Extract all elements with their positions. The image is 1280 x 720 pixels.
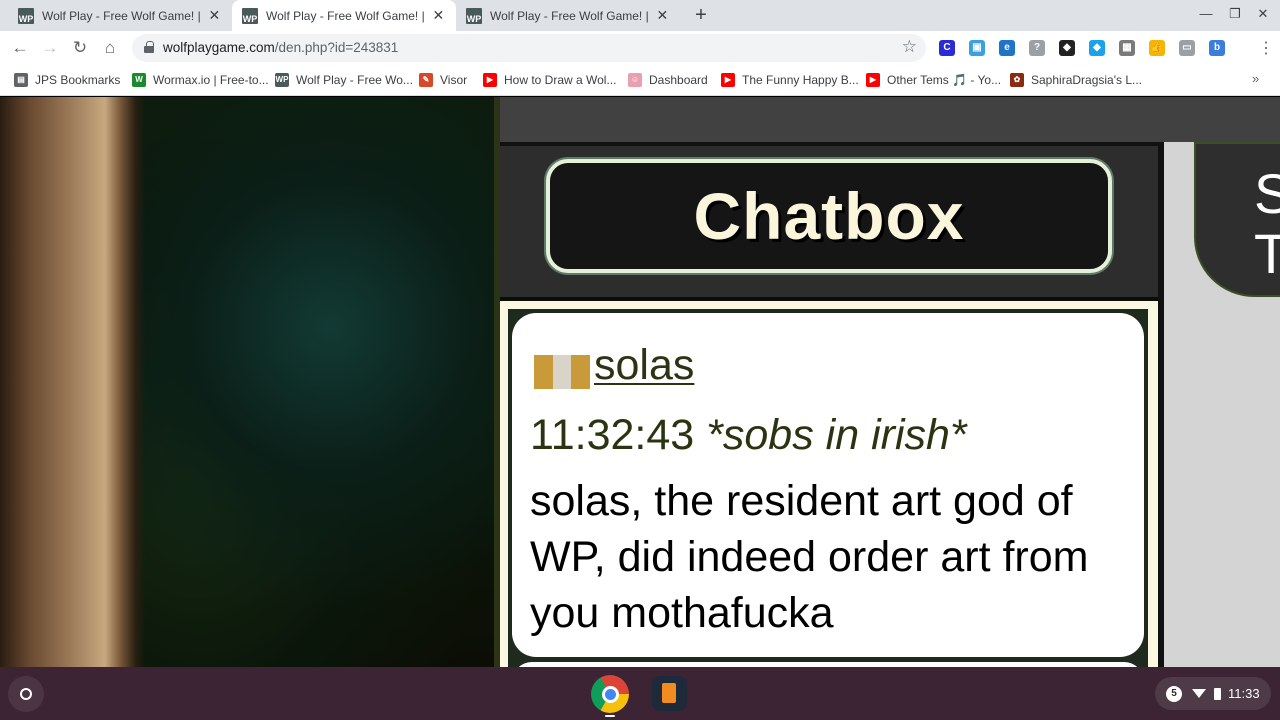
tab-wolfplay-1[interactable]: WP Wolf Play - Free Wolf Game! | Wolf ✕ xyxy=(8,0,232,31)
chatbox-title-button[interactable]: Chatbox xyxy=(546,159,1112,273)
bookmark-star-icon[interactable]: ☆ xyxy=(902,37,917,57)
tab-title: Wolf Play - Free Wolf Game! | Wolf xyxy=(490,8,649,23)
chat-area: solas 11:32:43 *sobs in irish* solas, th… xyxy=(500,301,1158,667)
battery-icon xyxy=(1214,687,1221,700)
bookmark-item[interactable]: WP Wolf Play - Free Wo... xyxy=(275,71,413,89)
screen-extension-icon[interactable]: ▣ xyxy=(969,40,985,56)
clock: 11:33 xyxy=(1228,686,1260,701)
thumb-extension-icon[interactable]: 👍 xyxy=(1149,40,1165,56)
message-timestamp: 11:32:43 xyxy=(530,411,695,459)
edge-extension-icon[interactable]: e xyxy=(999,40,1015,56)
wolfplay-icon: WP xyxy=(275,73,289,87)
bookmark-label: Other Tems 🎵 - Yo... xyxy=(887,73,1002,87)
close-icon[interactable]: ✕ xyxy=(207,7,222,24)
message-body: solas, the resident art god of WP, did i… xyxy=(530,477,1089,637)
book-app-icon[interactable] xyxy=(652,676,687,711)
more-bookmarks-icon[interactable]: » xyxy=(1252,71,1259,86)
tab-strip: WP Wolf Play - Free Wolf Game! | Wolf ✕ … xyxy=(0,0,1280,31)
bookmark-label: Dashboard xyxy=(649,73,708,87)
chat-message: solas 11:32:43 *sobs in irish* solas, th… xyxy=(512,313,1144,657)
status-tray[interactable]: 5 11:33 xyxy=(1155,677,1271,710)
bookmark-label: Wormax.io | Free-to... xyxy=(153,73,269,87)
swatch-block xyxy=(571,355,591,389)
bookmark-item[interactable]: W Wormax.io | Free-to... xyxy=(132,71,269,89)
c-extension-icon[interactable]: C xyxy=(939,40,955,56)
youtube-icon: ▶ xyxy=(866,73,880,87)
page-content: Chatbox S T solas 11:32:43 *sobs in iris… xyxy=(0,97,1280,667)
bookmark-item[interactable]: ▶ Other Tems 🎵 - Yo... xyxy=(866,71,1001,89)
minimize-icon[interactable]: — xyxy=(1196,6,1216,21)
username-link[interactable]: solas xyxy=(594,341,694,390)
back-icon[interactable]: ← xyxy=(8,36,32,60)
wifi-icon xyxy=(1192,689,1206,698)
ninja-extension-icon[interactable]: ◆ xyxy=(1059,40,1075,56)
bookmark-item[interactable]: ▶ The Funny Happy B... xyxy=(721,71,859,89)
header-strip xyxy=(500,97,1280,142)
tab-title: Wolf Play - Free Wolf Game! | Wolf xyxy=(42,8,201,23)
message-action: *sobs in irish* xyxy=(706,411,967,459)
bookmark-item[interactable]: ▤ JPS Bookmarks xyxy=(14,71,120,89)
tab-title: Wolf Play - Free Wolf Game! | Wolf xyxy=(266,8,425,23)
swatch-block xyxy=(534,355,553,389)
restore-icon[interactable]: ❐ xyxy=(1225,6,1245,22)
bookmark-item[interactable]: ✎ Visor xyxy=(419,71,467,89)
right-card-text: S T xyxy=(1254,164,1280,284)
bookmark-item[interactable]: ▶ How to Draw a Wol... xyxy=(483,71,616,89)
wolfplay-favicon-icon: WP xyxy=(466,7,482,24)
user-color-swatch xyxy=(534,355,591,389)
dashboard-icon: ☺ xyxy=(628,73,642,87)
running-indicator xyxy=(605,715,615,717)
home-icon[interactable]: ⌂ xyxy=(98,36,122,60)
wormax-icon: W xyxy=(132,73,146,87)
background-image xyxy=(0,97,494,667)
right-card: S T xyxy=(1194,142,1280,297)
right-panel: S T xyxy=(1164,142,1280,667)
youtube-icon: ▶ xyxy=(483,73,497,87)
grid-extension-icon[interactable]: ▦ xyxy=(1119,40,1135,56)
cast-extension-icon[interactable]: ▭ xyxy=(1179,40,1195,56)
b-extension-icon[interactable]: b xyxy=(1209,40,1225,56)
visor-icon: ✎ xyxy=(419,73,433,87)
help-extension-icon[interactable]: ? xyxy=(1029,40,1045,56)
address-bar[interactable]: wolfplaygame.com/den.php?id=243831 ☆ xyxy=(132,34,926,62)
bookmark-item[interactable]: ☺ Dashboard xyxy=(628,71,708,89)
new-tab-button[interactable]: + xyxy=(690,4,712,26)
bookmark-label: JPS Bookmarks xyxy=(35,73,121,87)
forward-icon[interactable]: → xyxy=(38,36,62,60)
menu-kebab-icon[interactable]: ⋮ xyxy=(1258,38,1274,58)
chat-list: solas 11:32:43 *sobs in irish* solas, th… xyxy=(508,309,1148,667)
message-meta: 11:32:43 *sobs in irish* xyxy=(530,411,967,460)
browser-toolbar: ← → ↻ ⌂ wolfplaygame.com/den.php?id=2438… xyxy=(0,31,1280,65)
tab-wolfplay-3[interactable]: WP Wolf Play - Free Wolf Game! | Wolf ✕ xyxy=(456,0,680,31)
tab-wolfplay-2[interactable]: WP Wolf Play - Free Wolf Game! | Wolf ✕ xyxy=(232,0,456,31)
os-shelf: 5 11:33 xyxy=(0,667,1280,720)
saphira-icon: ✿ xyxy=(1010,73,1024,87)
diamond-extension-icon[interactable]: ◆ xyxy=(1089,40,1105,56)
notification-count: 5 xyxy=(1166,685,1182,702)
bookmarks-bar: » ▤ JPS Bookmarks W Wormax.io | Free-to... W… xyxy=(0,65,1280,96)
bookmark-label: The Funny Happy B... xyxy=(742,73,859,87)
chatbox-title: Chatbox xyxy=(693,179,965,253)
bookmark-label: Wolf Play - Free Wo... xyxy=(296,73,413,87)
youtube-icon: ▶ xyxy=(721,73,735,87)
swatch-block xyxy=(552,355,572,389)
chrome-icon[interactable] xyxy=(591,675,629,713)
close-icon[interactable]: ✕ xyxy=(431,7,446,24)
bookmark-item[interactable]: ✿ SaphiraDragsia's L... xyxy=(1010,71,1142,89)
bookmark-label: SaphiraDragsia's L... xyxy=(1031,73,1143,87)
bookmark-label: How to Draw a Wol... xyxy=(504,73,617,87)
reload-icon[interactable]: ↻ xyxy=(68,36,92,60)
folder-icon: ▤ xyxy=(14,73,28,87)
chatbox-header: Chatbox xyxy=(500,142,1158,297)
url-text[interactable]: wolfplaygame.com/den.php?id=243831 xyxy=(163,40,398,55)
launcher-icon[interactable] xyxy=(8,676,44,712)
wolfplay-favicon-icon: WP xyxy=(242,7,258,24)
wolfplay-favicon-icon: WP xyxy=(18,7,34,24)
bookmark-label: Visor xyxy=(440,73,468,87)
lock-icon[interactable] xyxy=(144,41,154,53)
close-icon[interactable]: ✕ xyxy=(655,7,670,24)
close-window-icon[interactable]: ✕ xyxy=(1253,6,1273,22)
